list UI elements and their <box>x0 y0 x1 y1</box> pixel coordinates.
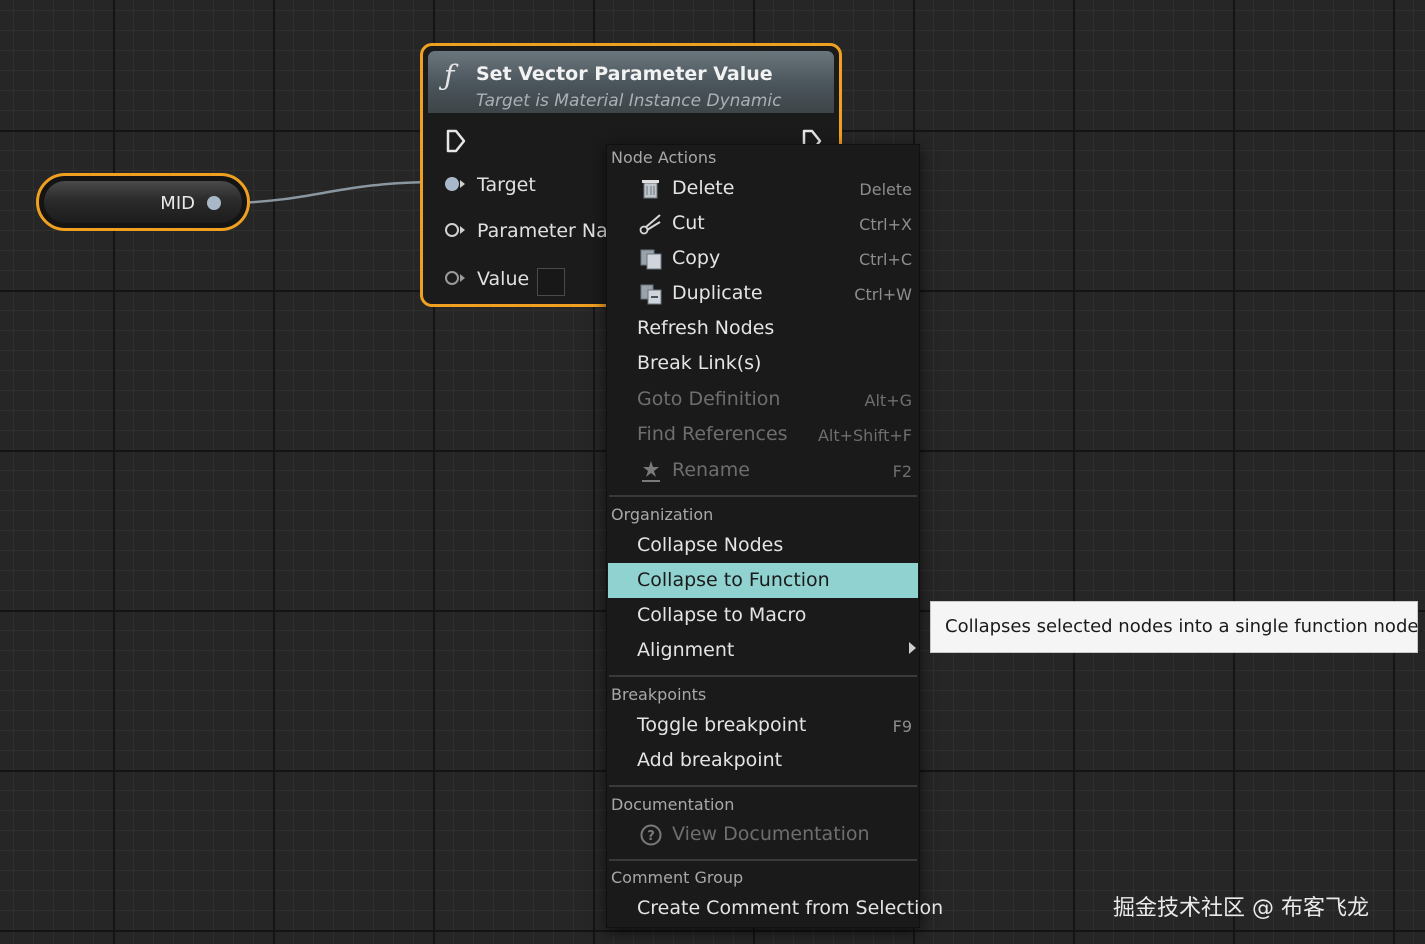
context-menu: Node Actions Delete Delete Cut Ctrl+X Co… <box>606 144 943 928</box>
menu-item-label: Collapse Nodes <box>637 534 784 556</box>
submenu-arrow-icon <box>909 642 916 654</box>
menu-item-rename[interactable]: Rename F2 <box>608 453 918 488</box>
menu-item-collapse-to-function[interactable]: Collapse to Function <box>608 563 918 598</box>
menu-item-label: Add breakpoint <box>637 749 783 771</box>
section-documentation: Documentation <box>611 795 735 814</box>
pin-parameter-name-label: Parameter Nam <box>477 220 627 242</box>
menu-item-toggle-breakpoint[interactable]: Toggle breakpoint F9 <box>608 708 918 743</box>
tooltip: Collapses selected nodes into a single f… <box>930 601 1424 653</box>
menu-item-collapse-to-macro[interactable]: Collapse to Macro <box>608 598 918 633</box>
node-title: Set Vector Parameter Value <box>476 63 773 85</box>
menu-item-label: Create Comment from Selection <box>637 897 944 919</box>
menu-item-label: View Documentation <box>672 823 870 845</box>
menu-item-label: Toggle breakpoint <box>637 714 807 736</box>
menu-item-delete[interactable]: Delete Delete <box>608 171 918 206</box>
pin-target-label: Target <box>477 174 536 196</box>
watermark: 掘金技术社区 @ 布客飞龙 <box>1113 896 1369 921</box>
node-subtitle: Target is Material Instance Dynamic <box>476 91 782 111</box>
menu-item-label: Rename <box>672 459 750 481</box>
menu-item-break-links[interactable]: Break Link(s) <box>608 346 918 381</box>
menu-item-collapse-nodes[interactable]: Collapse Nodes <box>608 528 918 563</box>
pin-arrow-icon <box>460 180 465 188</box>
menu-item-label: Alignment <box>637 639 735 661</box>
menu-separator <box>609 495 917 497</box>
section-organization: Organization <box>611 505 714 524</box>
menu-item-label: Cut <box>672 212 705 234</box>
name-pin-icon <box>445 223 459 237</box>
menu-item-create-comment[interactable]: Create Comment from Selection <box>608 891 943 926</box>
shortcut-label: Ctrl+X <box>859 215 912 234</box>
delete-icon <box>642 180 659 199</box>
menu-separator <box>609 859 917 861</box>
duplicate-icon <box>640 284 662 305</box>
shortcut-label: Ctrl+C <box>858 250 912 269</box>
scissors-icon <box>639 214 661 235</box>
shortcut-label: Delete <box>859 180 912 199</box>
menu-item-copy[interactable]: Copy Ctrl+C <box>608 241 918 276</box>
pin-arrow-icon <box>460 226 465 234</box>
mid-output-pin[interactable] <box>207 196 221 210</box>
vector-pin-icon <box>445 271 459 285</box>
help-icon: ? <box>640 824 662 846</box>
menu-item-view-documentation[interactable]: ? View Documentation <box>608 817 918 852</box>
section-comment-group: Comment Group <box>611 868 744 887</box>
svg-text:?: ? <box>647 829 655 844</box>
menu-item-duplicate[interactable]: Duplicate Ctrl+W <box>608 276 918 311</box>
copy-icon <box>640 249 662 270</box>
menu-item-refresh-nodes[interactable]: Refresh Nodes <box>608 311 918 346</box>
exec-input-pin[interactable] <box>445 128 467 154</box>
menu-item-goto-definition[interactable]: Goto Definition Alt+G <box>608 382 918 417</box>
menu-item-label: Copy <box>672 247 721 269</box>
pin-arrow-icon <box>460 274 465 282</box>
menu-item-find-references[interactable]: Find References Alt+Shift+F <box>608 417 918 452</box>
menu-item-add-breakpoint[interactable]: Add breakpoint <box>608 743 918 778</box>
section-node-actions: Node Actions <box>611 148 717 167</box>
shortcut-label: Alt+Shift+F <box>817 426 912 445</box>
mid-variable-node[interactable]: MID <box>36 173 250 231</box>
rename-icon <box>642 461 660 482</box>
shortcut-label: Alt+G <box>864 391 912 410</box>
shortcut-label: Ctrl+W <box>854 285 912 304</box>
menu-item-cut[interactable]: Cut Ctrl+X <box>608 206 918 241</box>
mid-label: MID <box>160 193 195 214</box>
menu-item-label: Refresh Nodes <box>637 317 775 339</box>
menu-item-label: Break Link(s) <box>637 352 762 374</box>
menu-separator <box>609 785 917 787</box>
menu-item-alignment[interactable]: Alignment <box>608 633 918 668</box>
menu-item-label: Goto Definition <box>637 388 781 410</box>
menu-item-label: Collapse to Macro <box>637 604 807 626</box>
menu-item-label: Duplicate <box>672 282 763 304</box>
object-pin-icon <box>445 177 459 191</box>
section-breakpoints: Breakpoints <box>611 685 707 704</box>
node-header: ƒ Set Vector Parameter Value Target is M… <box>428 51 834 113</box>
function-icon: ƒ <box>444 59 455 92</box>
tooltip-text: Collapses selected nodes into a single f… <box>945 616 1425 637</box>
shortcut-label: F2 <box>892 462 912 481</box>
menu-item-label: Find References <box>637 423 788 445</box>
shortcut-label: F9 <box>892 717 912 736</box>
menu-item-label: Delete <box>672 177 735 199</box>
menu-item-label: Collapse to Function <box>637 569 830 591</box>
menu-separator <box>609 675 917 677</box>
pin-value-label: Value <box>477 268 530 290</box>
value-color-swatch[interactable] <box>537 268 565 296</box>
